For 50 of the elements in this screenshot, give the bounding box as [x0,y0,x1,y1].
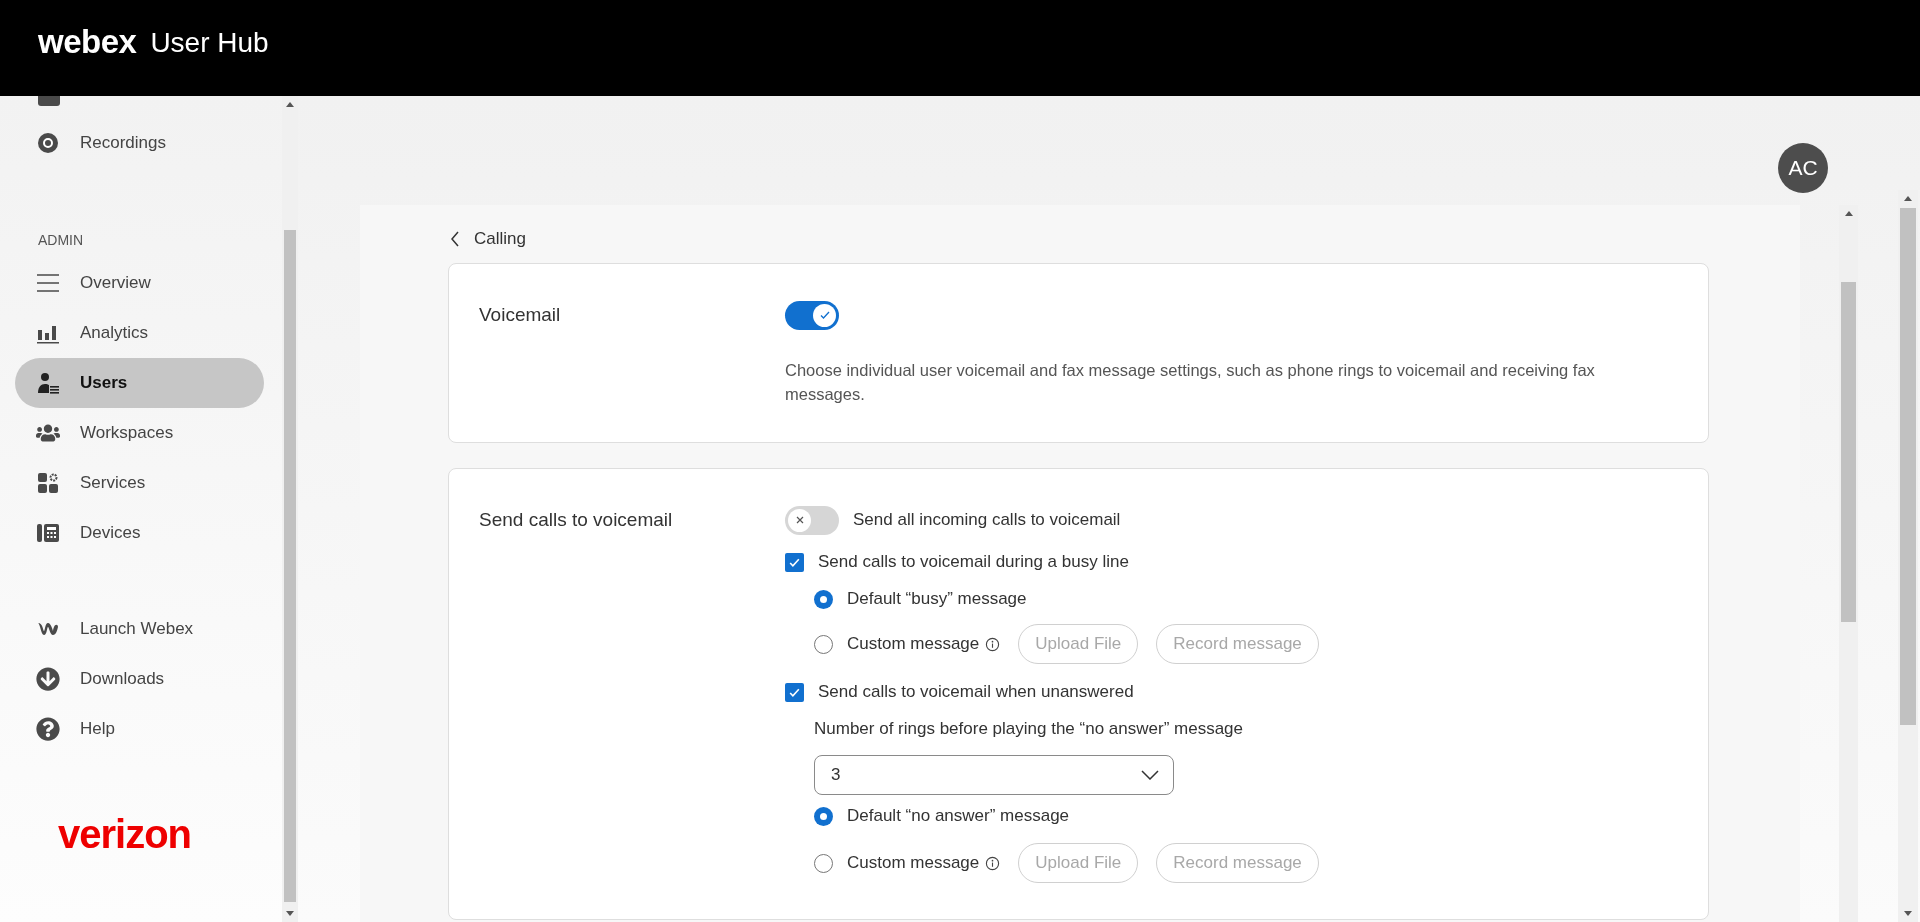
apps-icon [36,471,60,495]
sidebar-item[interactable]: Help [15,704,264,754]
chevron-left-icon [450,231,460,247]
app-title: User Hub [150,27,269,59]
setting-label: Voicemail [479,303,562,327]
help-icon [36,717,60,741]
radio-label: Default “no answer” message [847,806,1070,826]
toggle-switch[interactable] [785,300,839,330]
close-icon [794,515,805,525]
section-label: ADMIN [38,232,85,250]
checkbox-label: Send calls to voicemail during a busy line [818,552,1129,572]
toggle-label: Send all incoming calls to voicemail [853,510,1121,530]
sidebar-item[interactable]: Overview [15,258,264,308]
radio-label: Default “busy” message [847,589,1027,609]
chevron-down-icon [1141,770,1159,780]
verizon-logo: verizon [58,812,193,857]
radio-button[interactable] [814,589,833,609]
info-icon [985,636,1001,652]
checkbox-label: Send calls to voicemail when unanswered [818,682,1134,702]
scrollbar[interactable] [282,96,298,922]
radio-label: Custom message [847,853,980,873]
rings-dropdown[interactable]: 3 [814,755,1174,795]
record-icon [36,131,60,155]
sidebar-item[interactable]: Workspaces [15,408,264,458]
toggle-switch[interactable] [785,505,839,535]
sidebar-item[interactable]: Users [15,358,264,408]
sidebar-item[interactable]: Services [15,458,264,508]
sidebar-item[interactable]: Launch Webex [15,604,264,654]
checkbox[interactable] [785,552,804,572]
setting-description: Choose individual user voicemail and fax message settings, such as phone rings to voicemail and receiving fax messages. [785,360,1596,405]
user-avatar[interactable]: AC [1778,142,1828,193]
sidebar-item[interactable]: Downloads [15,654,264,704]
field-label: Number of rings before playing the “no answer” message [814,719,1243,739]
radio-label: Custom message [847,634,980,654]
info-icon [985,855,1001,871]
webex-logo: webex [38,23,137,61]
sidebar-item[interactable]: Devices [15,508,264,558]
menu-icon [36,271,60,295]
phone-keypad-icon [36,521,60,545]
download-icon [36,667,60,691]
check-icon [818,309,831,321]
user-list-icon [36,371,60,395]
radio-button[interactable] [814,806,833,826]
sidebar-item[interactable]: Recordings [15,118,264,168]
radio-button[interactable] [814,634,833,654]
sidebar-item[interactable]: Analytics [15,308,264,358]
radio-button[interactable] [814,853,833,873]
back-link[interactable]: Calling [450,219,1800,259]
checkbox[interactable] [785,682,804,702]
setting-label: Send calls to voicemail [479,508,674,532]
